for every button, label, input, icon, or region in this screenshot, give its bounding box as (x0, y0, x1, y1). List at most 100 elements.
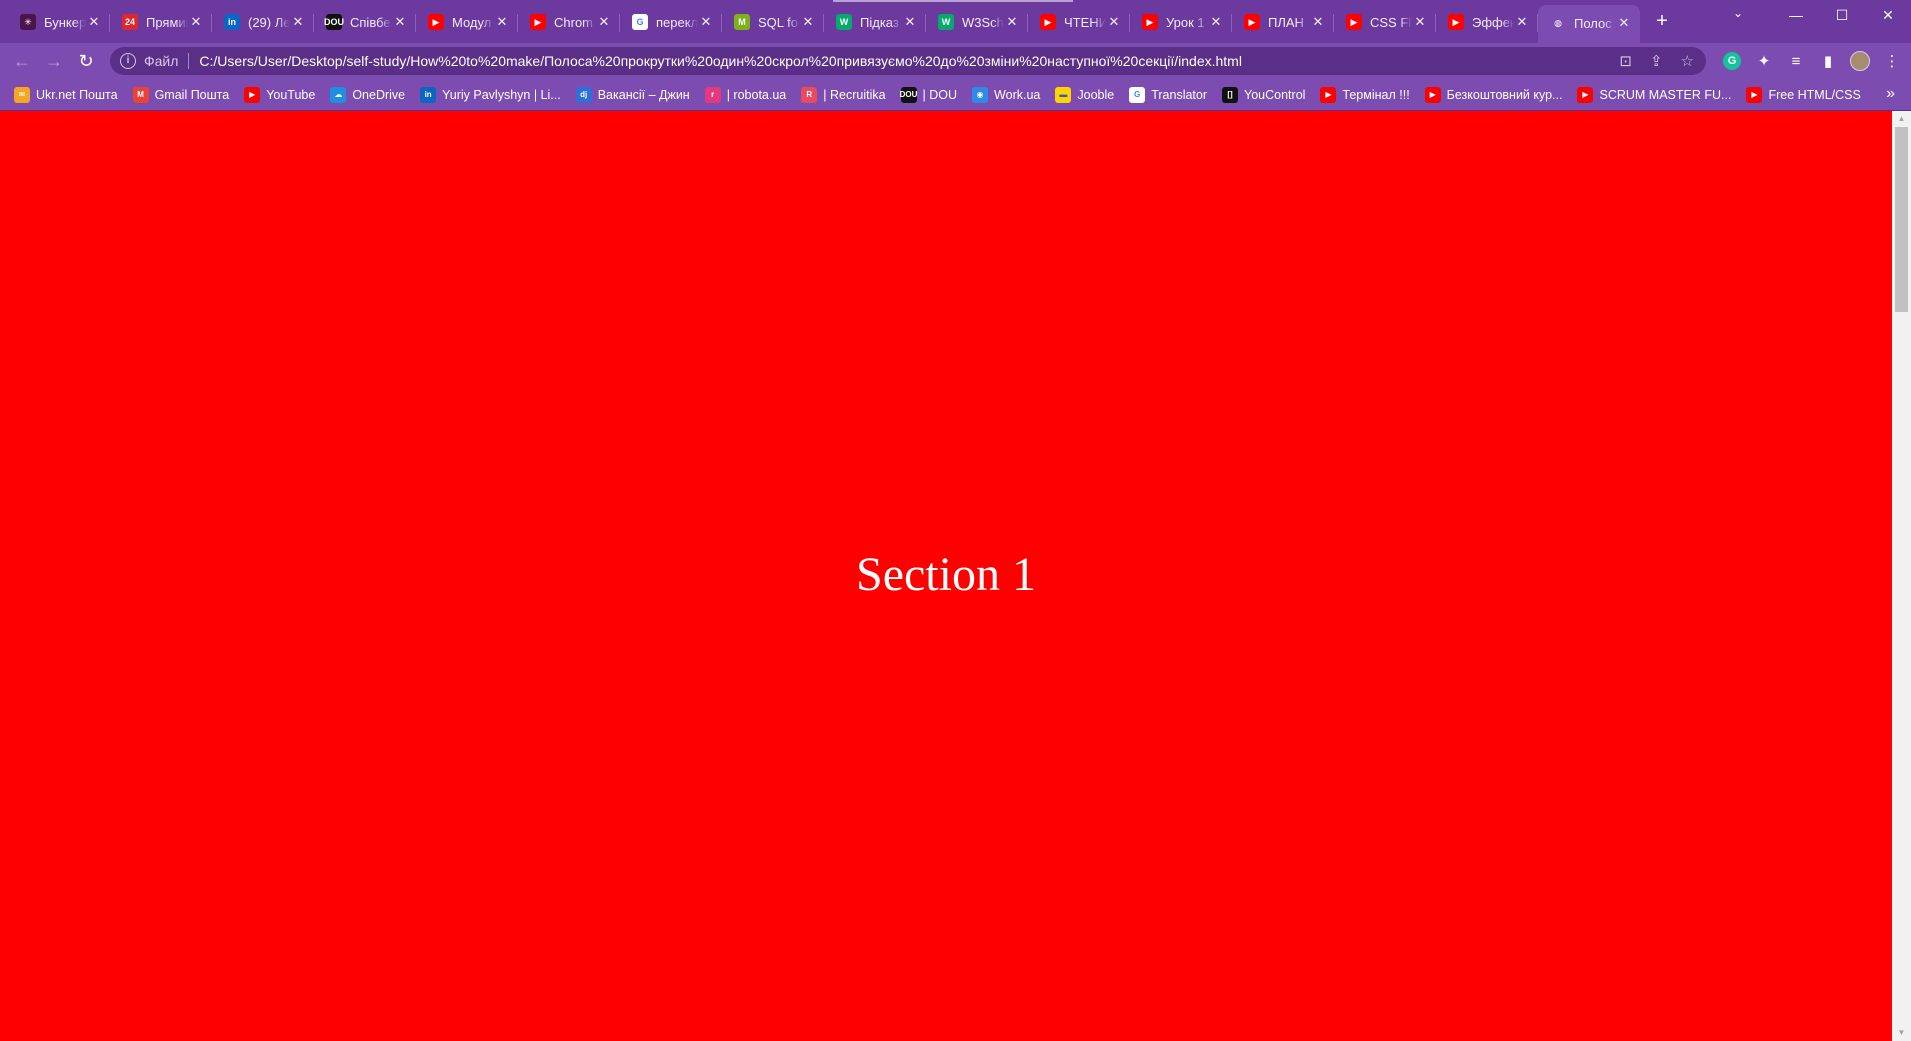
share-icon[interactable]: ⇪ (1650, 52, 1663, 70)
translate-icon[interactable]: ⊡ (1619, 52, 1632, 70)
tab[interactable]: ▶ Эффек ✕ (1436, 5, 1538, 39)
bookmark-label: SCRUM MASTER FU... (1599, 87, 1732, 102)
tab-title: ЧТЕНИ (1064, 14, 1106, 30)
bookmarks-overflow-icon[interactable]: » (1886, 85, 1895, 103)
tab-close-icon[interactable]: ✕ (596, 14, 612, 30)
media-queue-icon[interactable]: ≡ (1780, 47, 1812, 75)
tab[interactable]: ▶ CSS Fle✕ (1334, 5, 1436, 39)
bookmark-item[interactable]: ☁ OneDrive (330, 83, 405, 107)
bookmark-star-icon[interactable]: ☆ (1681, 52, 1694, 70)
omnibox-actions: ⊡ ⇪ ☆ (1619, 52, 1694, 70)
menu-kebab-icon[interactable]: ⋮ (1876, 47, 1908, 75)
back-button[interactable]: ← (6, 45, 38, 77)
bookmark-item[interactable]: ▬ Jooble (1055, 83, 1114, 107)
tab-close-icon[interactable]: ✕ (290, 14, 306, 30)
tab-close-icon[interactable]: ✕ (494, 14, 510, 30)
scroll-down-arrow-icon[interactable]: ▼ (1892, 1025, 1911, 1041)
bookmark-item[interactable]: in Yuriy Pavlyshyn | Li... (420, 83, 561, 107)
minimize-button[interactable]: — (1773, 0, 1819, 30)
bookmark-item[interactable]: M Gmail Пошта (132, 83, 230, 107)
bookmark-label: Free HTML/CSS (1768, 87, 1861, 102)
google-icon: G (1129, 86, 1146, 103)
tab[interactable]: 24 Прямий✕ (110, 5, 212, 39)
tab-close-icon[interactable]: ✕ (800, 14, 816, 30)
tab-active[interactable]: ◍ Полос ✕ (1538, 5, 1640, 43)
bookmark-label: Gmail Пошта (154, 87, 230, 102)
bookmark-item[interactable]: ▶ Безкоштовний кур... (1424, 83, 1562, 107)
tab[interactable]: ▶ Модул ✕ (416, 5, 518, 39)
tab[interactable]: W W3Sch ✕ (926, 5, 1028, 39)
tab-close-icon[interactable]: ✕ (1412, 14, 1428, 30)
dou-icon: DOU (900, 86, 917, 103)
tab-close-icon[interactable]: ✕ (1004, 14, 1020, 30)
bookmark-label: OneDrive (352, 87, 406, 102)
tab-close-icon[interactable]: ✕ (1106, 14, 1122, 30)
bookmark-item[interactable]: ▶ Free HTML/CSS (1746, 83, 1861, 107)
tab-close-icon[interactable]: ✕ (188, 14, 204, 30)
tab[interactable]: ▶ Chrom ✕ (518, 5, 620, 39)
youtube-icon: ▶ (1448, 14, 1464, 30)
tab[interactable]: Gперекл ✕ (620, 5, 722, 39)
tab-title: W3Sch (962, 14, 1004, 30)
tab-close-icon[interactable]: ✕ (1514, 14, 1530, 30)
page-scrollbar[interactable]: ▲ ▼ (1892, 111, 1911, 1041)
bookmark-item[interactable]: G Translator (1129, 83, 1207, 107)
forward-button[interactable]: → (38, 45, 70, 77)
tab-close-icon[interactable]: ✕ (902, 14, 918, 30)
bookmark-label: YouTube (266, 87, 316, 102)
close-window-button[interactable]: ✕ (1865, 0, 1911, 30)
bookmarks-bar: ✉ Ukr.net Пошта M Gmail Пошта ▶ YouTube ☁ OneDr… (0, 79, 1911, 111)
tab-close-icon[interactable]: ✕ (86, 14, 102, 30)
onedrive-icon: ☁ (330, 86, 347, 103)
tab[interactable]: W Підказ ✕ (824, 5, 926, 39)
scrollbar-thumb[interactable] (1895, 127, 1908, 312)
tab-close-icon[interactable]: ✕ (1310, 14, 1326, 30)
maximize-button[interactable]: ☐ (1819, 0, 1865, 30)
youtube-icon: ▶ (530, 14, 546, 30)
bookmark-item[interactable]: ▶ SCRUM MASTER FU... (1577, 83, 1731, 107)
tab[interactable]: ▶ ПЛАН ✕ (1232, 5, 1334, 39)
bookmark-item[interactable]: ✉ Ukr.net Пошта (14, 83, 118, 107)
tab[interactable]: in (29) Ле ✕ (212, 5, 314, 39)
scroll-up-arrow-icon[interactable]: ▲ (1892, 111, 1911, 127)
new-tab-button[interactable]: + (1648, 7, 1676, 35)
tab[interactable]: M SQL fo ✕ (722, 5, 824, 39)
tab[interactable]: ▶ ЧТЕНИ ✕ (1028, 5, 1130, 39)
djinni-icon: dj (575, 86, 592, 103)
side-panel-icon[interactable]: ▮ (1812, 47, 1844, 75)
tab[interactable]: ▶ Урок 1 ✕ (1130, 5, 1232, 39)
youtube-icon: ▶ (1746, 86, 1763, 103)
site-info-icon[interactable]: i (120, 53, 136, 69)
youtube-icon: ▶ (1346, 14, 1362, 30)
bookmark-item[interactable]: r | robota.ua (704, 83, 787, 107)
tab-title: Модул (452, 14, 492, 30)
bookmark-item[interactable]: ▶ Термінал !!! (1320, 83, 1410, 107)
tab-title: перекл (656, 14, 698, 30)
tab-close-icon[interactable]: ✕ (698, 14, 714, 30)
tab-close-icon[interactable]: ✕ (1616, 15, 1632, 31)
bookmark-label: | robota.ua (726, 87, 787, 102)
tab[interactable]: DOU Співбе ✕ (314, 5, 416, 39)
bookmark-item[interactable]: dj Вакансії – Джин (575, 83, 690, 107)
bookmark-item[interactable]: ◉ Work.ua (972, 83, 1040, 107)
profile-avatar[interactable] (1844, 47, 1876, 75)
dou-icon: DOU (324, 14, 344, 30)
grammarly-extension-icon[interactable]: G (1716, 47, 1748, 75)
tab-search-chevron-icon[interactable]: ⌄ (1725, 6, 1751, 26)
url-text[interactable]: C:/Users/User/Desktop/self-study/How%20t… (199, 53, 1242, 69)
address-bar[interactable]: i Файл C:/Users/User/Desktop/self-study/… (110, 47, 1706, 75)
bookmark-item[interactable]: R | Recruitika (801, 83, 886, 107)
bookmark-item[interactable]: [] YouControl (1222, 83, 1305, 107)
reload-button[interactable]: ↻ (70, 45, 102, 77)
bookmark-item[interactable]: ▶ YouTube (244, 83, 315, 107)
bookmark-item[interactable]: DOU | DOU (900, 83, 957, 107)
tab[interactable]: ✳ Бункер ✕ (8, 5, 110, 39)
bookmark-label: Вакансії – Джин (597, 87, 690, 102)
youtube-icon: ▶ (1577, 86, 1594, 103)
bookmark-label: | Recruitika (823, 87, 886, 102)
section-title: Section 1 (856, 548, 1036, 601)
tab-close-icon[interactable]: ✕ (1208, 14, 1224, 30)
extensions-puzzle-icon[interactable]: ✦ (1748, 47, 1780, 75)
tab-close-icon[interactable]: ✕ (392, 14, 408, 30)
bookmark-list: ✉ Ukr.net Пошта M Gmail Пошта ▶ YouTube ☁ OneDr… (14, 83, 1876, 107)
